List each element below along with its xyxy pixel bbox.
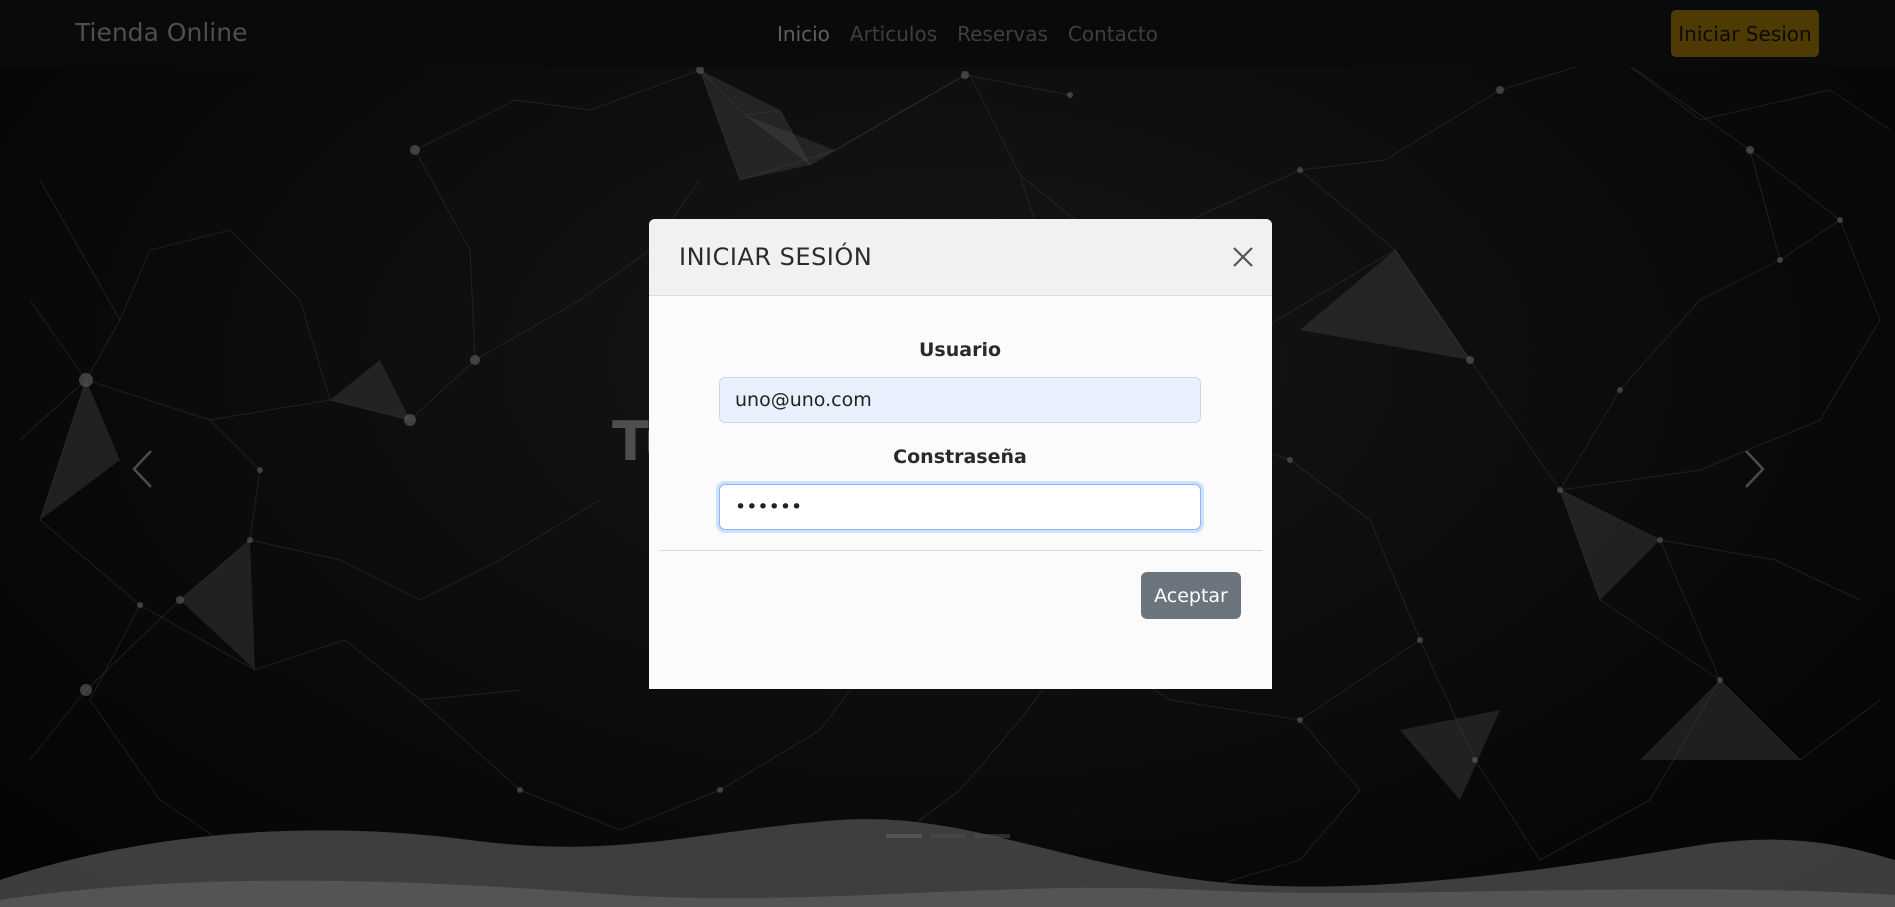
accept-button[interactable]: Aceptar: [1141, 572, 1241, 619]
login-modal: INICIAR SESIÓN Usuario Constraseña Acept…: [649, 219, 1272, 689]
user-input[interactable]: [719, 377, 1201, 423]
close-button[interactable]: [1227, 241, 1259, 273]
modal-footer-divider: [659, 550, 1262, 551]
modal-header: INICIAR SESIÓN: [649, 219, 1272, 296]
password-label: Constraseña: [893, 446, 1027, 468]
close-icon: [1233, 247, 1253, 267]
page: Tu Tienda Online Inicio Articulos Reserv…: [0, 0, 1895, 907]
modal-title: INICIAR SESIÓN: [679, 243, 873, 271]
user-label: Usuario: [918, 339, 1002, 361]
password-input[interactable]: [719, 484, 1201, 530]
